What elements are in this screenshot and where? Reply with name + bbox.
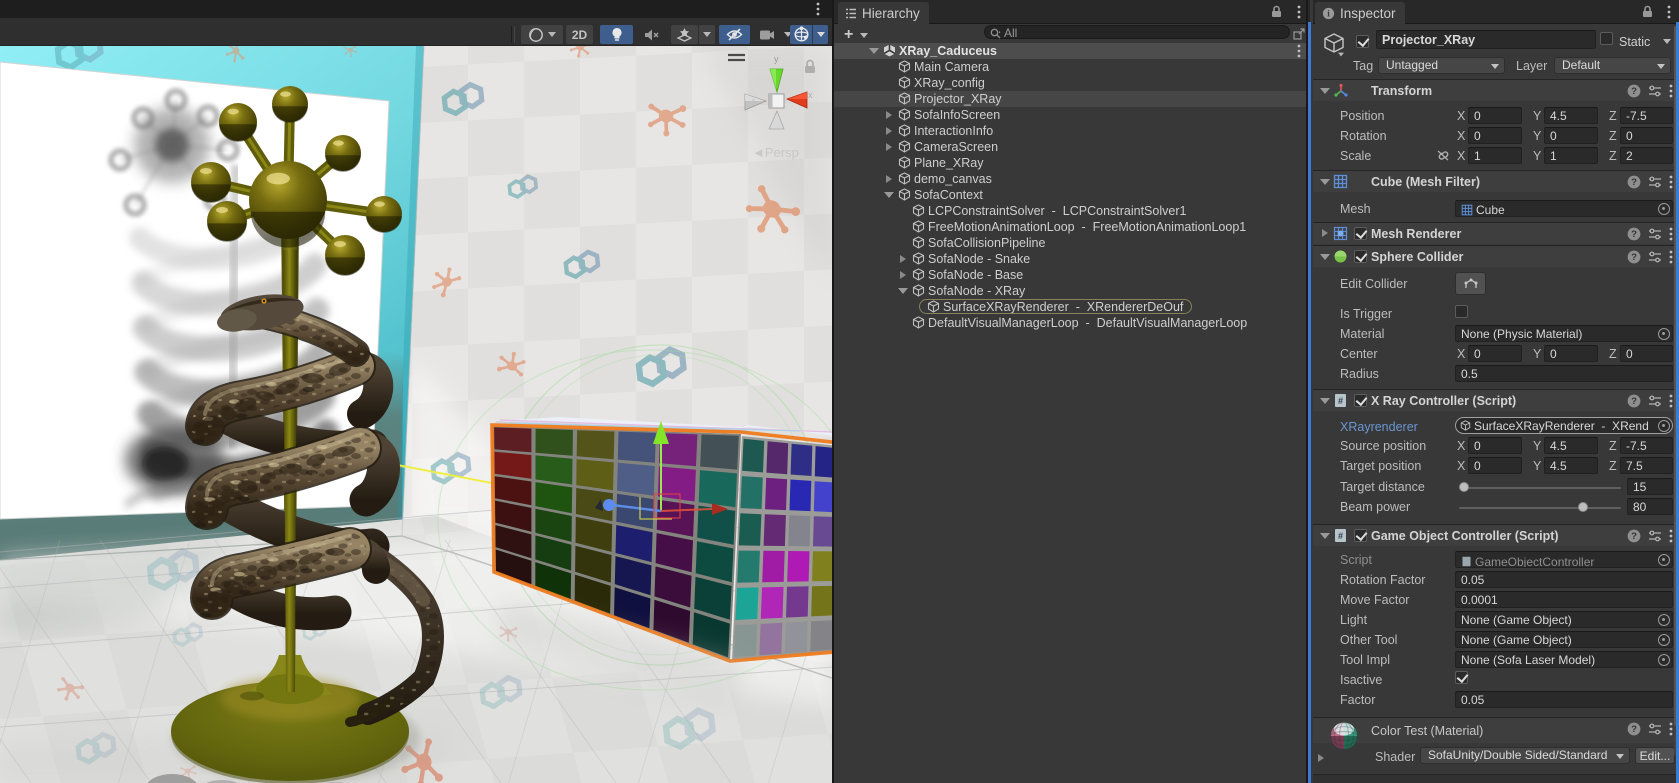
svg-text:?: ? [1631,252,1637,263]
svg-text:y: y [774,54,779,64]
svg-text:?: ? [1631,177,1637,188]
svg-text:?: ? [1631,86,1637,97]
svg-text:◄Persp: ◄Persp [752,145,799,160]
svg-text:#: # [1338,396,1343,406]
svg-text:x: x [808,90,813,100]
svg-text:#: # [1338,531,1343,541]
svg-text:?: ? [1631,531,1637,542]
svg-text:?: ? [1631,724,1637,735]
svg-text:×: × [751,96,756,105]
svg-text:?: ? [1631,396,1637,407]
svg-text:?: ? [1631,229,1637,240]
